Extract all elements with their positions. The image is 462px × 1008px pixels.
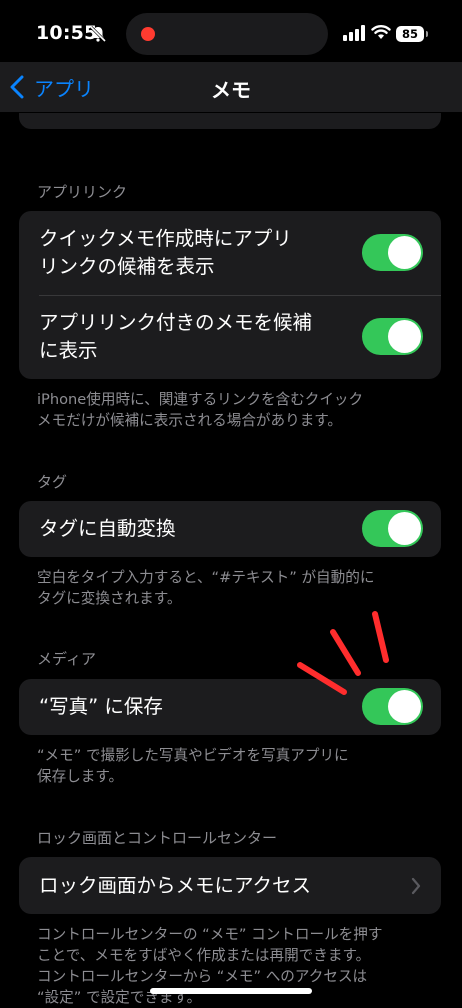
section-header-app-links: アプリリンク bbox=[37, 183, 128, 201]
show-app-link-notes-toggle[interactable] bbox=[362, 318, 423, 355]
toggle-knob bbox=[388, 320, 421, 353]
emphasis-stroke-middle bbox=[330, 629, 361, 676]
dynamic-island[interactable] bbox=[126, 13, 328, 55]
suggest-app-links-label: クイックメモ作成時にアプリ リンクの候補を表示 bbox=[39, 225, 292, 281]
suggest-app-links-label-line2: リンクの候補を表示 bbox=[39, 255, 215, 278]
show-app-link-notes-row[interactable]: アプリリンク付きのメモを候補 に表示 bbox=[19, 295, 441, 379]
chevron-right-icon bbox=[411, 877, 421, 895]
tags-card: タグに自動変換 bbox=[19, 501, 441, 557]
navigation-bar: アプリ メモ bbox=[0, 62, 462, 112]
lock-screen-footer-line2: ことで、メモをすばやく作成または再開できます。 bbox=[37, 947, 371, 964]
tags-footer-line2: タグに変換されます。 bbox=[37, 590, 182, 607]
save-to-photos-row[interactable]: “写真” に保存 bbox=[19, 679, 441, 735]
auto-convert-tags-toggle[interactable] bbox=[362, 510, 423, 547]
emphasis-stroke-right bbox=[372, 611, 389, 663]
tags-footer: 空白をタイプ入力すると、“#テキスト” が自動的に タグに変換されます。 bbox=[37, 567, 422, 609]
toggle-knob bbox=[388, 236, 421, 269]
section-header-lock-screen: ロック画面とコントロールセンター bbox=[37, 829, 278, 847]
save-to-photos-toggle[interactable] bbox=[362, 688, 423, 725]
lock-screen-access-row[interactable]: ロック画面からメモにアクセス bbox=[19, 857, 441, 914]
lock-screen-card: ロック画面からメモにアクセス bbox=[19, 857, 441, 914]
red-emphasis-marks bbox=[297, 611, 389, 695]
page-title: メモ bbox=[211, 78, 251, 102]
cellular-signal-icon bbox=[343, 25, 365, 41]
toggle-knob bbox=[388, 690, 421, 723]
app-links-footer: iPhone使用時に、関連するリンクを含むクイック メモだけが候補に表示される場… bbox=[37, 389, 422, 431]
lock-screen-access-label: ロック画面からメモにアクセス bbox=[39, 874, 312, 897]
media-card: “写真” に保存 bbox=[19, 679, 441, 735]
section-header-media: メディア bbox=[37, 650, 96, 668]
media-footer-line1: “メモ” で撮影した写真やビデオを写真アプリに bbox=[37, 747, 349, 764]
wifi-icon bbox=[371, 25, 391, 39]
show-app-link-notes-label: アプリリンク付きのメモを候補 に表示 bbox=[39, 309, 312, 365]
auto-convert-tags-label: タグに自動変換 bbox=[39, 517, 176, 540]
battery-indicator: 85 bbox=[396, 26, 424, 42]
lock-screen-footer-line3: コントロールセンターから “メモ” へのアクセスは bbox=[37, 968, 368, 985]
app-links-card: クイックメモ作成時にアプリ リンクの候補を表示 アプリリンク付きのメモを候補 に… bbox=[19, 211, 441, 379]
app-links-footer-line1: iPhone使用時に、関連するリンクを含むクイック bbox=[37, 391, 364, 408]
show-app-link-notes-label-line2: に表示 bbox=[39, 339, 98, 362]
auto-convert-tags-row[interactable]: タグに自動変換 bbox=[19, 501, 441, 557]
suggest-app-links-row[interactable]: クイックメモ作成時にアプリ リンクの候補を表示 bbox=[19, 211, 441, 295]
battery-tip bbox=[426, 31, 428, 37]
suggest-app-links-label-line1: クイックメモ作成時にアプリ bbox=[39, 227, 292, 250]
app-links-footer-line2: メモだけが候補に表示される場合があります。 bbox=[37, 412, 343, 429]
previous-settings-card bbox=[19, 113, 441, 129]
lock-screen-footer: コントロールセンターの “メモ” コントロールを押す ことで、メモをすばやく作成… bbox=[37, 924, 422, 1008]
suggest-app-links-toggle[interactable] bbox=[362, 234, 423, 271]
lock-screen-footer-line1: コントロールセンターの “メモ” コントロールを押す bbox=[37, 926, 383, 943]
show-app-link-notes-label-line1: アプリリンク付きのメモを候補 bbox=[39, 311, 313, 334]
home-indicator[interactable] bbox=[150, 988, 312, 994]
media-footer-line2: 保存します。 bbox=[37, 768, 124, 785]
recording-indicator-icon bbox=[141, 27, 155, 41]
toggle-knob bbox=[388, 512, 421, 545]
bell-slash-icon bbox=[89, 25, 107, 43]
tags-footer-line1: 空白をタイプ入力すると、“#テキスト” が自動的に bbox=[37, 569, 375, 586]
section-header-tags: タグ bbox=[37, 473, 68, 491]
media-footer: “メモ” で撮影した写真やビデオを写真アプリに 保存します。 bbox=[37, 745, 422, 787]
status-bar: 10:55 85 bbox=[0, 0, 462, 62]
save-to-photos-label: “写真” に保存 bbox=[39, 695, 163, 718]
